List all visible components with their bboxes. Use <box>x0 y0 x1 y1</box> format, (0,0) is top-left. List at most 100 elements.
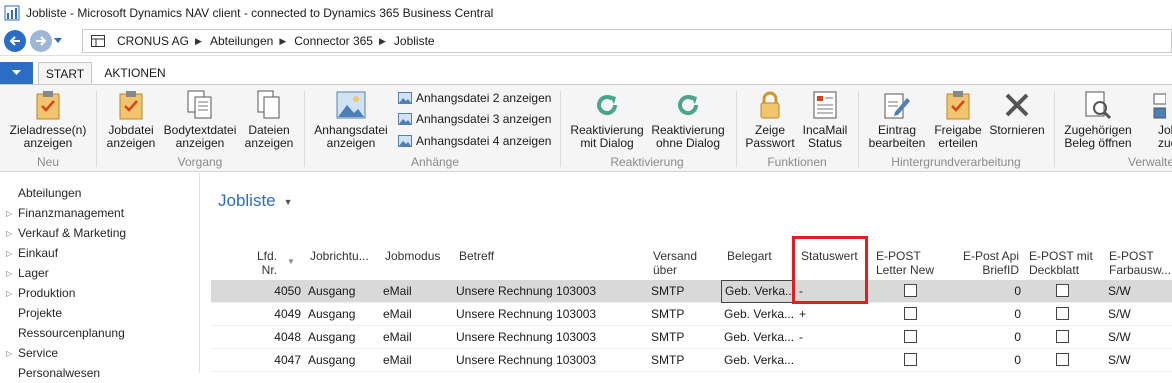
column-header-belegart[interactable]: Belegart <box>727 249 772 263</box>
column-header-epost-deckblatt[interactable]: E-POST mit Deckblatt <box>1029 249 1093 277</box>
checkbox-letter-new[interactable] <box>904 307 917 320</box>
zugehoerigen-beleg-oeffnen-button[interactable]: Zugehörigen Beleg öffnen <box>1060 89 1136 150</box>
history-dropdown[interactable] <box>52 30 64 52</box>
checkbox-deckblatt[interactable] <box>1056 330 1069 343</box>
stornieren-button[interactable]: Stornieren <box>986 89 1048 137</box>
anhangsdatei-2-button[interactable]: Anhangsdatei 2 anzeigen <box>398 91 551 105</box>
sidebar-item-label: Verkauf & Marketing <box>18 226 127 240</box>
eintrag-bearbeiten-button[interactable]: Eintrag bearbeiten <box>864 89 930 150</box>
clipboard-check-icon <box>942 89 974 121</box>
column-header-versand[interactable]: Versand über <box>653 249 697 277</box>
grid-icon <box>87 30 109 52</box>
breadcrumb-cronus[interactable]: CRONUS AG <box>117 34 189 48</box>
group-label-anhaenge: Anhänge <box>410 155 460 169</box>
image-icon <box>398 135 412 147</box>
cell-belegart-focused[interactable]: Geb. Verka... <box>721 280 796 303</box>
chevron-down-icon <box>12 70 21 75</box>
tab-start[interactable]: START <box>38 62 92 85</box>
cell-belegart: Geb. Verka... <box>725 284 796 298</box>
job-zuordnen-button[interactable]: Job zuord <box>1138 89 1172 150</box>
sidebar-item-projekte[interactable]: Projekte <box>0 303 62 323</box>
group-label-funktionen: Funktionen <box>767 155 827 169</box>
sidebar-item-verkauf-marketing[interactable]: ▷ Verkauf & Marketing <box>0 223 126 243</box>
table-row[interactable]: 4049 Ausgang eMail Unsere Rechnung 10300… <box>211 303 1172 326</box>
table-header: Lfd. Nr. ▼ Jobrichtu... Jobmodus Betreff… <box>211 245 1172 279</box>
anhang1-label-line2: anzeigen <box>326 136 376 150</box>
lock-icon <box>754 89 786 121</box>
page-title[interactable]: Jobliste ▼ <box>218 191 293 211</box>
breadcrumb-abteilungen[interactable]: Abteilungen <box>210 34 273 48</box>
sidebar-item-einkauf[interactable]: ▷ Einkauf <box>0 243 58 263</box>
jobdatei-anzeigen-button[interactable]: Jobdatei anzeigen <box>104 89 158 150</box>
reaktivierung-mit-dialog-button[interactable]: Reaktivierung mit Dialog <box>566 89 648 150</box>
expand-arrow-icon: ▷ <box>6 248 13 258</box>
eintrag-label-line2: bearbeiten <box>868 136 926 150</box>
checkbox-letter-new[interactable] <box>904 330 917 343</box>
sidebar-item-finanzmanagement[interactable]: ▷ Finanzmanagement <box>0 203 124 223</box>
zieladresse-anzeigen-button[interactable]: Zieladresse(n) anzeigen <box>8 89 88 150</box>
sidebar-item-service[interactable]: ▷ Service <box>0 343 58 363</box>
cell-jobrichtung: Ausgang <box>308 353 356 367</box>
statuswert-highlight-box <box>792 236 868 304</box>
sidebar-item-personalwesen[interactable]: Personalwesen <box>0 363 100 383</box>
clipboard-check-icon <box>32 89 64 121</box>
edit-icon <box>881 89 913 121</box>
tab-aktionen[interactable]: AKTIONEN <box>100 62 170 84</box>
checkbox-deckblatt[interactable] <box>1056 353 1069 366</box>
cell-statuswert: - <box>799 330 803 344</box>
incamail-label-line2: Status <box>807 136 843 150</box>
header-line: Letter New <box>876 263 935 277</box>
sidebar-item-abteilungen[interactable]: Abteilungen <box>0 183 81 203</box>
table-row[interactable]: 4047 Ausgang eMail Unsere Rechnung 10300… <box>211 349 1172 372</box>
reaktivierung-ohne-dialog-button[interactable]: Reaktivierung ohne Dialog <box>648 89 728 150</box>
dateien-anzeigen-button[interactable]: Dateien anzeigen <box>242 89 296 150</box>
cell-betreff: Unsere Rechnung 103003 <box>456 330 597 344</box>
zeige-passwort-button[interactable]: Zeige Passwort <box>742 89 798 150</box>
checkbox-deckblatt[interactable] <box>1056 307 1069 320</box>
forward-button[interactable] <box>30 29 52 52</box>
job-label-line2: zuord <box>1158 136 1172 150</box>
header-line: Versand <box>653 249 698 263</box>
back-button[interactable] <box>4 29 26 52</box>
column-header-jobrichtung[interactable]: Jobrichtu... <box>310 249 369 263</box>
checkbox-letter-new[interactable] <box>904 353 917 366</box>
window-title: Jobliste - Microsoft Dynamics NAV client… <box>26 6 494 20</box>
application-menu-button[interactable] <box>0 62 33 84</box>
header-line: Deckblatt <box>1029 263 1080 277</box>
cell-versand: SMTP <box>651 307 685 321</box>
breadcrumb-connector[interactable]: Connector 365 <box>294 34 373 48</box>
sidebar-item-ressourcenplanung[interactable]: Ressourcenplanung <box>0 323 125 343</box>
column-header-jobmodus[interactable]: Jobmodus <box>385 249 440 263</box>
table-row[interactable]: 4048 Ausgang eMail Unsere Rechnung 10300… <box>211 326 1172 349</box>
column-header-lfd-nr[interactable]: Lfd. Nr. <box>251 249 277 277</box>
sidebar-item-label: Abteilungen <box>18 186 82 200</box>
table-row[interactable]: 4050 Ausgang eMail Unsere Rechnung 10300… <box>211 280 1172 303</box>
arrow-left-icon <box>9 35 20 46</box>
breadcrumb-jobliste[interactable]: Jobliste <box>394 34 435 48</box>
sidebar-item-lager[interactable]: ▷ Lager <box>0 263 49 283</box>
column-header-epost-letter-new[interactable]: E-POST Letter New <box>876 249 934 277</box>
close-icon <box>1001 89 1033 121</box>
sort-descending-icon[interactable]: ▼ <box>287 255 295 269</box>
address-bar[interactable]: CRONUS AG ▶ Abteilungen ▶ Connector 365 … <box>82 29 1172 53</box>
freigabe-erteilen-button[interactable]: Freigabe erteilen <box>930 89 986 150</box>
zugehoerig-label-line2: Beleg öffnen <box>1064 136 1132 150</box>
sidebar-item-produktion[interactable]: ▷ Produktion <box>0 283 75 303</box>
incamail-status-button[interactable]: IncaMail Status <box>798 89 852 150</box>
group-label-verwalten: Verwalte <box>1128 155 1172 169</box>
bodytextdatei-anzeigen-button[interactable]: Bodytextdatei anzeigen <box>160 89 240 150</box>
anhangsdatei-anzeigen-button[interactable]: Anhangsdatei anzeigen <box>310 89 392 150</box>
column-header-betreff[interactable]: Betreff <box>459 249 494 263</box>
anhangsdatei-3-button[interactable]: Anhangsdatei 3 anzeigen <box>398 112 551 126</box>
image-icon <box>398 92 412 104</box>
checkbox-letter-new[interactable] <box>904 284 917 297</box>
image-icon <box>398 113 412 125</box>
header-line: Nr. <box>261 263 277 277</box>
cell-versand: SMTP <box>651 330 685 344</box>
anhangsdatei-4-button[interactable]: Anhangsdatei 4 anzeigen <box>398 134 551 148</box>
mitdialog-label-line2: mit Dialog <box>580 136 634 150</box>
checkbox-deckblatt[interactable] <box>1056 284 1069 297</box>
column-header-epost-api-briefid[interactable]: E-Post Api BriefID <box>961 249 1019 277</box>
dateien-label-line2: anzeigen <box>244 136 294 150</box>
column-header-epost-farbauswahl[interactable]: E-POST Farbausw... <box>1109 249 1171 277</box>
